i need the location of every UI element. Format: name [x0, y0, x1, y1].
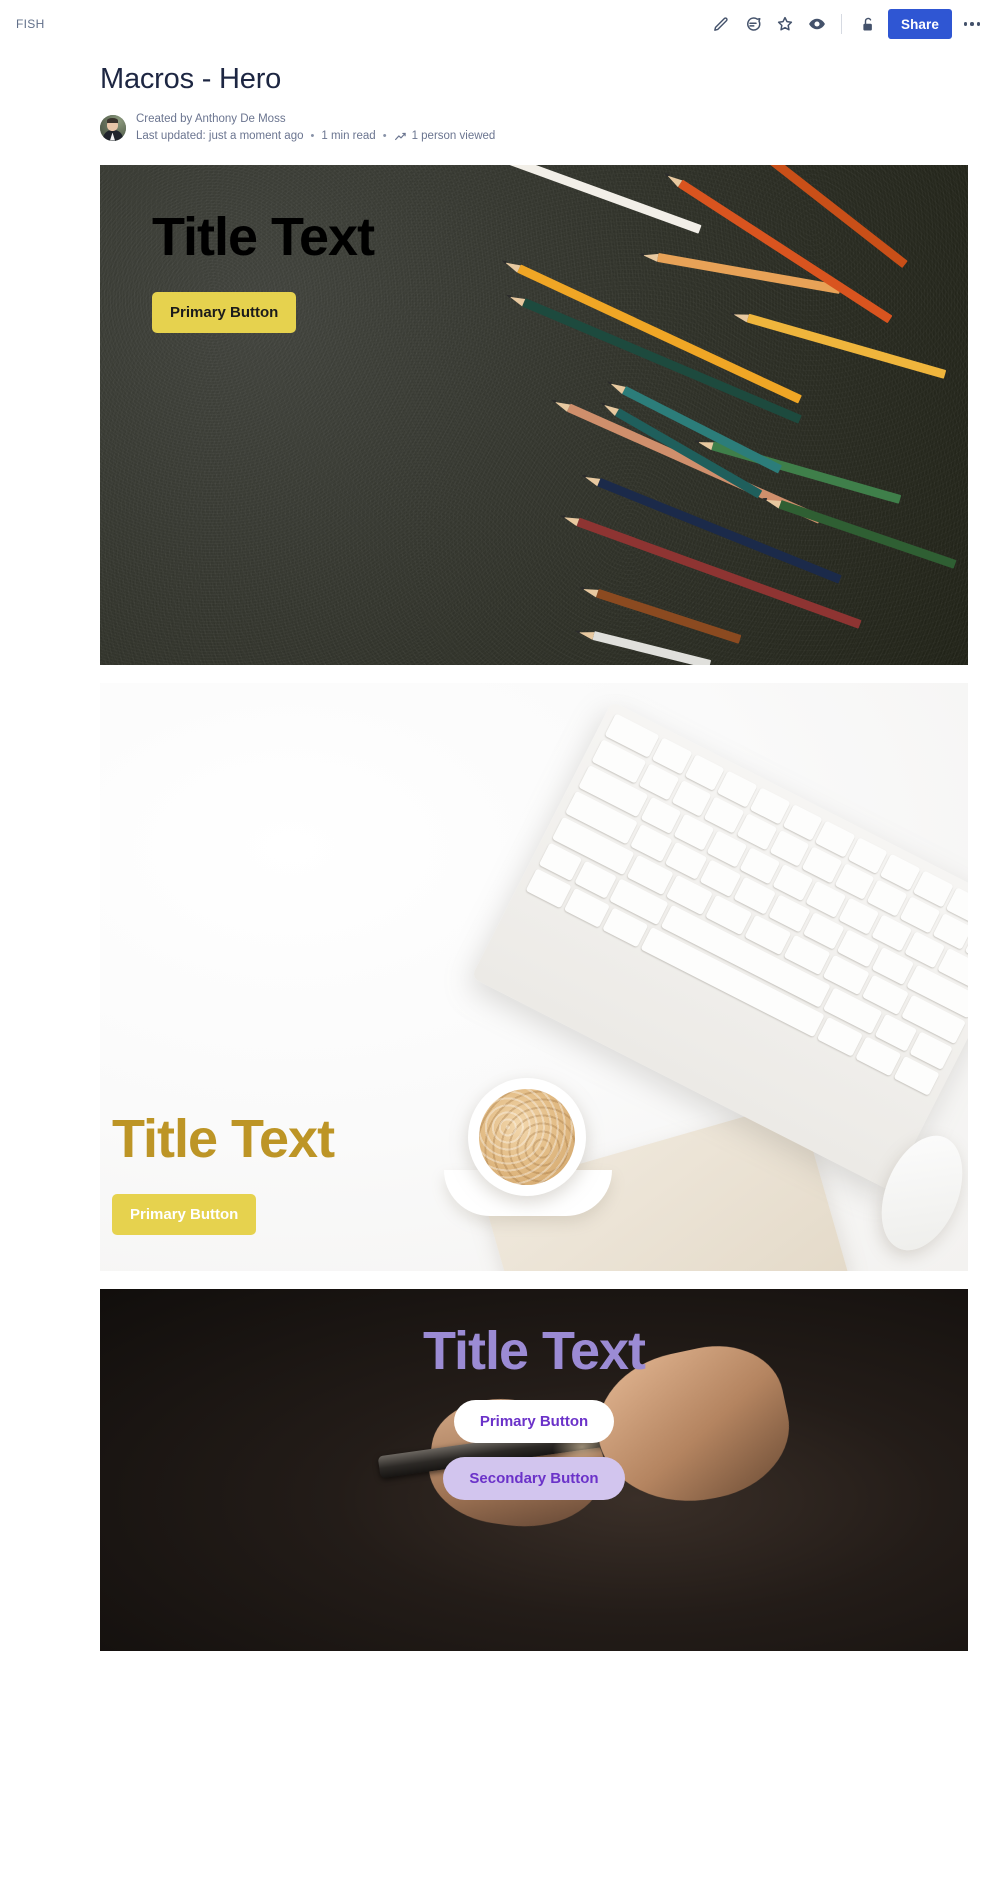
unlock-icon: [863, 17, 873, 31]
meta-separator-1: •: [310, 130, 315, 142]
hero-phone-title: Title Text: [422, 1321, 646, 1381]
hero-pencils-title: Title Text: [152, 207, 375, 267]
toolbar-actions: Share: [706, 9, 986, 39]
hero-keyboard-title: Title Text: [112, 1109, 335, 1170]
unlock-icon-button[interactable]: [851, 9, 881, 39]
avatar[interactable]: [100, 114, 126, 141]
last-updated-label[interactable]: Last updated: just a moment ago: [136, 129, 304, 143]
byline-meta-row: Last updated: just a moment ago • 1 min …: [136, 129, 495, 143]
toolbar-divider: [840, 14, 842, 34]
byline-author-row: Created by Anthony De Moss: [136, 112, 495, 126]
comment-icon: [747, 17, 761, 31]
hero-keyboard-overlay: Title Text Primary Button: [100, 683, 968, 1271]
document-content: Macros - Hero Created by Anthony De Moss…: [0, 62, 1000, 1651]
eye-icon: [809, 18, 825, 30]
viewers-label[interactable]: 1 person viewed: [412, 129, 496, 143]
share-button[interactable]: Share: [887, 9, 952, 39]
hero-block-pencils[interactable]: Title Text Primary Button: [100, 165, 968, 665]
hero-macros-list: Title Text Primary Button Title Text Pri…: [100, 165, 968, 1651]
more-dots-icon: [963, 22, 981, 26]
hero-phone-secondary-button[interactable]: Secondary Button: [443, 1456, 625, 1500]
read-time-label: 1 min read: [321, 130, 376, 142]
page-root: FISH Share Macros - Hero Created by Anth…: [0, 0, 1000, 1897]
star-icon: [777, 16, 793, 31]
hero-block-phone[interactable]: Title Text Primary Button Secondary Butt…: [100, 1289, 968, 1651]
page-title: Macros - Hero: [100, 63, 282, 95]
hero-pencils-primary-button[interactable]: Primary Button: [152, 291, 297, 333]
top-toolbar: FISH Share: [0, 0, 1000, 48]
edit-pencil-icon: [714, 16, 729, 31]
analytics-chart-icon: [394, 130, 407, 143]
meta-separator-2: •: [382, 130, 387, 142]
more-actions-button[interactable]: [958, 9, 986, 39]
hero-block-keyboard[interactable]: Title Text Primary Button: [100, 683, 968, 1271]
eye-icon-button[interactable]: [802, 9, 832, 39]
avatar-hair: [107, 117, 118, 123]
byline-text: Created by Anthony De Moss Last updated:…: [136, 112, 495, 143]
breadcrumb[interactable]: FISH: [16, 17, 45, 31]
star-icon-button[interactable]: [770, 9, 800, 39]
hero-phone-primary-button[interactable]: Primary Button: [453, 1399, 615, 1443]
comment-icon-button[interactable]: [738, 9, 768, 39]
hero-keyboard-primary-button[interactable]: Primary Button: [112, 1194, 257, 1235]
edit-pencil-icon-button[interactable]: [706, 9, 736, 39]
created-by-label[interactable]: Created by Anthony De Moss: [136, 112, 286, 126]
hero-pencils-overlay: Title Text Primary Button: [100, 165, 968, 665]
byline: Created by Anthony De Moss Last updated:…: [100, 112, 900, 143]
hero-phone-overlay: Title Text Primary Button Secondary Butt…: [100, 1289, 968, 1651]
